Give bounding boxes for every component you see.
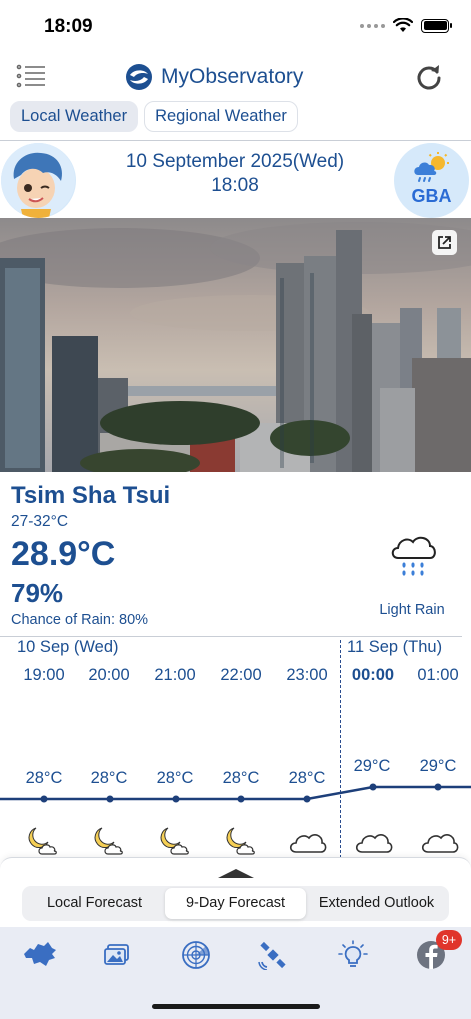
current-time: 18:08: [211, 175, 259, 196]
moon-cloud-icon: [28, 827, 57, 855]
gba-button[interactable]: GBA: [394, 143, 469, 218]
lightbulb-icon[interactable]: [334, 939, 372, 971]
app-title-text: MyObservatory: [161, 65, 304, 88]
temperature-point: [369, 783, 377, 791]
temperature-point: [106, 795, 114, 803]
tab-local-weather[interactable]: Local Weather: [10, 101, 139, 132]
wifi-icon: [393, 18, 413, 32]
app-title: MyObservatory: [125, 63, 303, 91]
mascot-avatar[interactable]: [1, 143, 76, 218]
temperature-point: [40, 795, 48, 803]
tab-extended-outlook[interactable]: Extended Outlook: [306, 888, 447, 919]
tab-local-forecast[interactable]: Local Forecast: [24, 888, 165, 919]
hour-temperature: 28°C: [288, 769, 326, 787]
hour-temperature: 28°C: [222, 769, 260, 787]
temperature-point: [237, 795, 245, 803]
moon-cloud-icon: [226, 827, 255, 855]
temperature-range: 27-32°C: [11, 513, 69, 530]
tab-9-day-forecast[interactable]: 9-Day Forecast: [165, 888, 306, 919]
temperature-point: [303, 795, 311, 803]
sun-rain-icon: [414, 152, 449, 182]
map-icon[interactable]: [21, 939, 59, 971]
home-indicator[interactable]: [152, 1004, 320, 1009]
refresh-icon[interactable]: [415, 63, 443, 91]
station-name[interactable]: Tsim Sha Tsui: [11, 482, 170, 510]
weather-camera-image[interactable]: [0, 218, 471, 472]
temperature-point: [172, 795, 180, 803]
radar-icon[interactable]: [177, 939, 215, 971]
signal-dots-icon: [360, 23, 385, 28]
hour-temperature: 29°C: [353, 757, 391, 775]
list-menu-icon[interactable]: [16, 64, 46, 88]
status-time: 18:09: [44, 16, 93, 37]
notification-badge: 9+: [436, 930, 462, 950]
temperature-point: [434, 783, 442, 791]
tab-regional-weather[interactable]: Regional Weather: [144, 101, 298, 132]
hour-temperature: 28°C: [90, 769, 128, 787]
header-row: 10 September 2025(Wed) 18:08 GBA: [0, 141, 471, 218]
hour-temperature: 28°C: [25, 769, 63, 787]
divider: [0, 636, 462, 637]
rain-cloud-icon[interactable]: [388, 530, 438, 578]
relative-humidity: 79%: [11, 578, 64, 608]
moon-cloud-icon: [160, 827, 189, 855]
mascot-icon: [1, 143, 75, 218]
satellite-icon[interactable]: [254, 939, 292, 971]
rain-chance: Chance of Rain: 80%: [11, 612, 149, 628]
status-bar: 18:09: [0, 0, 471, 52]
hour-temperature: 29°C: [419, 757, 457, 775]
gba-label: GBA: [411, 186, 452, 206]
battery-icon: [421, 18, 452, 33]
nav-bar: MyObservatory: [0, 52, 471, 100]
cloud-icon: [289, 834, 327, 853]
cloud-icon: [421, 834, 459, 853]
current-temperature: 28.9°C: [11, 535, 116, 573]
forecast-bottom-sheet[interactable]: Local Forecast 9-Day Forecast Extended O…: [0, 857, 471, 927]
date-time-block: 10 September 2025(Wed) 18:08: [90, 150, 380, 198]
app-screen: 18:09 MyObservatory Local Weather Region…: [0, 0, 471, 1019]
share-icon: [438, 236, 451, 249]
forecast-segmented-control: Local Forecast 9-Day Forecast Extended O…: [22, 886, 449, 921]
cloud-icon: [355, 834, 393, 853]
weather-label: Light Rain: [379, 602, 445, 618]
hour-temperature: 28°C: [156, 769, 194, 787]
current-date: 10 September 2025(Wed): [125, 151, 345, 172]
moon-cloud-icon: [94, 827, 123, 855]
observatory-logo-icon: [126, 64, 152, 90]
status-icons: [360, 18, 452, 33]
chevron-up-icon[interactable]: [218, 868, 254, 878]
weather-scope-tabs: Local Weather Regional Weather: [10, 101, 298, 132]
city-skyline-photo: [0, 218, 471, 472]
photo-icon[interactable]: [98, 939, 136, 971]
open-camera-button[interactable]: [432, 230, 457, 255]
